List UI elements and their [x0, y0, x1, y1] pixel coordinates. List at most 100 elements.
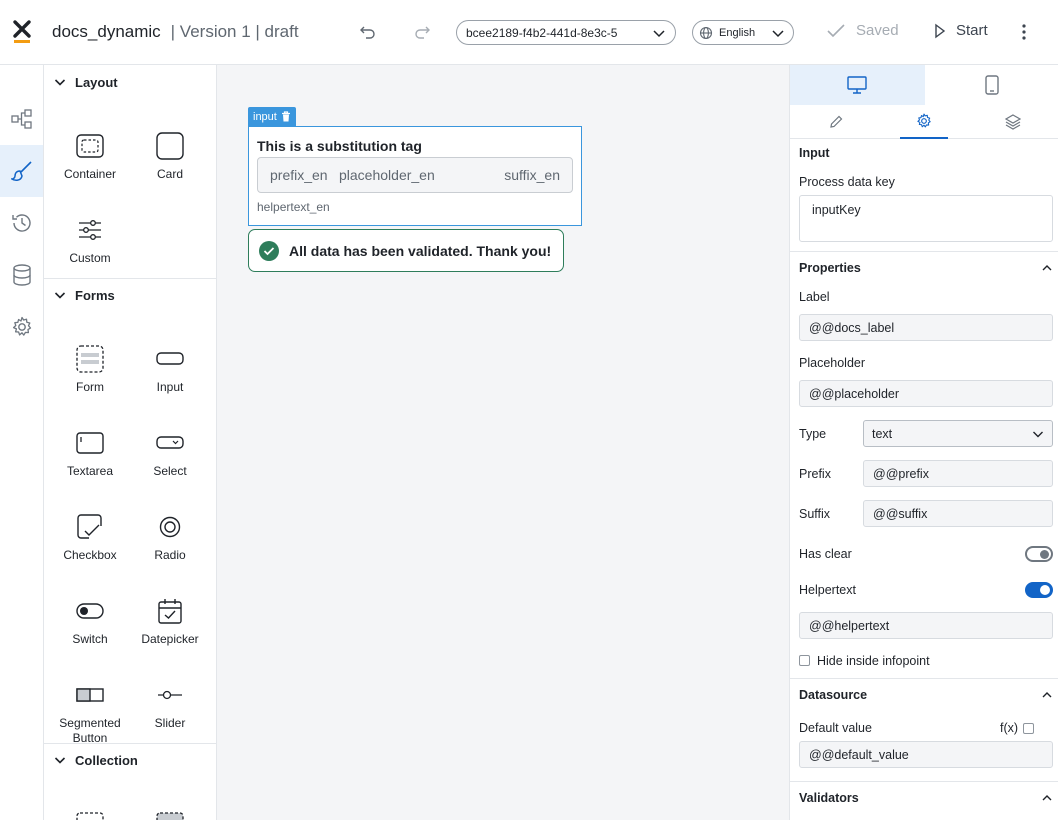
component-label: Datepicker — [141, 632, 199, 646]
more-menu-icon[interactable] — [1014, 20, 1034, 44]
component-checkbox[interactable]: Checkbox — [50, 512, 130, 563]
prefix-field-label: Prefix — [799, 467, 831, 481]
left-rail — [0, 65, 44, 820]
component-label: Radio — [154, 548, 186, 562]
has-clear-label: Has clear — [799, 547, 852, 561]
saved-status: Saved — [826, 22, 899, 39]
checkbox-icon — [77, 514, 102, 539]
fx-checkbox[interactable] — [1023, 723, 1034, 734]
component-label: Slider — [154, 716, 186, 730]
component-switch[interactable]: Switch — [50, 596, 130, 647]
label-field-label: Label — [799, 290, 830, 304]
helpertext-input[interactable]: @@helpertext — [799, 612, 1053, 639]
placeholder-field-label: Placeholder — [799, 356, 866, 370]
language-select[interactable]: English — [692, 20, 794, 45]
tab-settings[interactable] — [900, 105, 948, 139]
type-select[interactable]: text — [863, 420, 1053, 447]
rail-item-flow[interactable] — [0, 93, 43, 145]
component-label: Form — [76, 380, 104, 394]
selected-element-tag[interactable]: input — [248, 107, 296, 126]
settings-tabs — [790, 105, 1058, 139]
chevron-up-icon[interactable] — [1041, 262, 1053, 274]
component-input[interactable]: Input — [130, 344, 210, 395]
component-container[interactable]: Container — [50, 131, 130, 182]
component-label: Custom — [69, 251, 111, 265]
card-icon — [156, 132, 184, 160]
chevron-up-icon[interactable] — [1041, 792, 1053, 804]
gear-icon — [917, 113, 931, 128]
section-collection[interactable]: Collection — [44, 744, 216, 776]
chevron-down-icon — [1033, 431, 1043, 438]
version-label: | Version 1 | draft — [170, 22, 299, 41]
layers-icon — [1005, 114, 1021, 130]
component-select[interactable]: Select — [130, 428, 210, 479]
app-logo[interactable] — [0, 0, 44, 65]
hide-infopoint-checkbox[interactable] — [799, 655, 810, 666]
start-label: Start — [956, 22, 988, 39]
input-helper-text: helpertext_en — [257, 200, 330, 214]
prefix-input[interactable]: @@prefix — [863, 460, 1053, 487]
tab-desktop[interactable] — [790, 65, 925, 105]
brush-icon — [10, 161, 32, 181]
has-clear-toggle[interactable] — [1025, 546, 1053, 562]
divider — [790, 251, 1058, 252]
textarea-icon — [76, 432, 104, 454]
component-textarea[interactable]: Textarea — [50, 428, 130, 479]
app-title: docs_dynamic — [52, 22, 161, 41]
suffix-input[interactable]: @@suffix — [863, 500, 1053, 527]
start-button[interactable]: Start — [934, 22, 988, 39]
helpertext-toggle[interactable] — [1025, 582, 1053, 598]
section-layout[interactable]: Layout — [44, 66, 216, 98]
trash-icon[interactable] — [281, 111, 291, 122]
preview-input-field[interactable]: prefix_en placeholder_en suffix_en — [257, 157, 573, 193]
label-input[interactable]: @@docs_label — [799, 314, 1053, 341]
process-data-key-value: inputKey — [812, 203, 861, 217]
component-form[interactable]: Form — [50, 344, 130, 395]
rail-item-history[interactable] — [0, 197, 43, 249]
component-segmented-button[interactable]: Segmented Button — [50, 680, 130, 746]
chevron-up-icon[interactable] — [1041, 689, 1053, 701]
tab-style[interactable] — [812, 105, 860, 139]
process-data-key-input[interactable]: inputKey — [799, 195, 1053, 242]
section-forms[interactable]: Forms — [44, 279, 216, 311]
pencil-icon — [830, 115, 843, 128]
section-forms-label: Forms — [75, 287, 115, 303]
version-id-select[interactable]: bcee2189-f4b2-441d-8e3c-5 — [456, 20, 676, 45]
toggle-knob — [1040, 550, 1049, 559]
divider — [790, 781, 1058, 782]
component-label: Container — [63, 167, 117, 181]
redo-icon[interactable] — [410, 20, 434, 44]
component-label: Segmented Button — [59, 716, 121, 745]
component-collection-prototype-partial[interactable] — [156, 810, 184, 820]
component-collection-partial[interactable] — [76, 810, 104, 820]
prefix-value: @@prefix — [873, 466, 929, 481]
hide-infopoint-label: Hide inside infopoint — [817, 654, 930, 668]
placeholder-input[interactable]: @@placeholder — [799, 380, 1053, 407]
section-validators-title: Validators — [799, 791, 859, 805]
rail-item-settings[interactable] — [0, 301, 43, 353]
component-slider[interactable]: Slider — [130, 680, 210, 731]
rail-item-data[interactable] — [0, 249, 43, 301]
switch-icon — [76, 603, 104, 619]
component-label: Checkbox — [63, 548, 117, 562]
type-value: text — [872, 426, 893, 441]
success-message[interactable]: All data has been validated. Thank you! — [248, 229, 564, 272]
selected-input-element[interactable]: This is a substitution tag prefix_en pla… — [248, 126, 582, 226]
component-radio[interactable]: Radio — [130, 512, 210, 563]
component-card[interactable]: Card — [130, 131, 210, 182]
tab-mobile[interactable] — [925, 65, 1058, 105]
device-tabs — [790, 65, 1058, 105]
check-icon — [827, 23, 845, 37]
default-value-input[interactable]: @@default_value — [799, 741, 1053, 768]
default-value: @@default_value — [809, 747, 909, 762]
components-panel: Layout Container Card Custom Forms Form … — [44, 65, 217, 820]
component-datepicker[interactable]: Datepicker — [130, 596, 210, 647]
calendar-icon — [158, 599, 182, 624]
undo-icon[interactable] — [356, 20, 380, 44]
rail-item-design[interactable] — [0, 145, 43, 197]
type-field-label: Type — [799, 427, 827, 441]
tab-layers[interactable] — [989, 105, 1037, 139]
select-icon — [156, 436, 184, 449]
component-custom[interactable]: Custom — [50, 215, 130, 266]
section-collection-label: Collection — [75, 752, 138, 768]
